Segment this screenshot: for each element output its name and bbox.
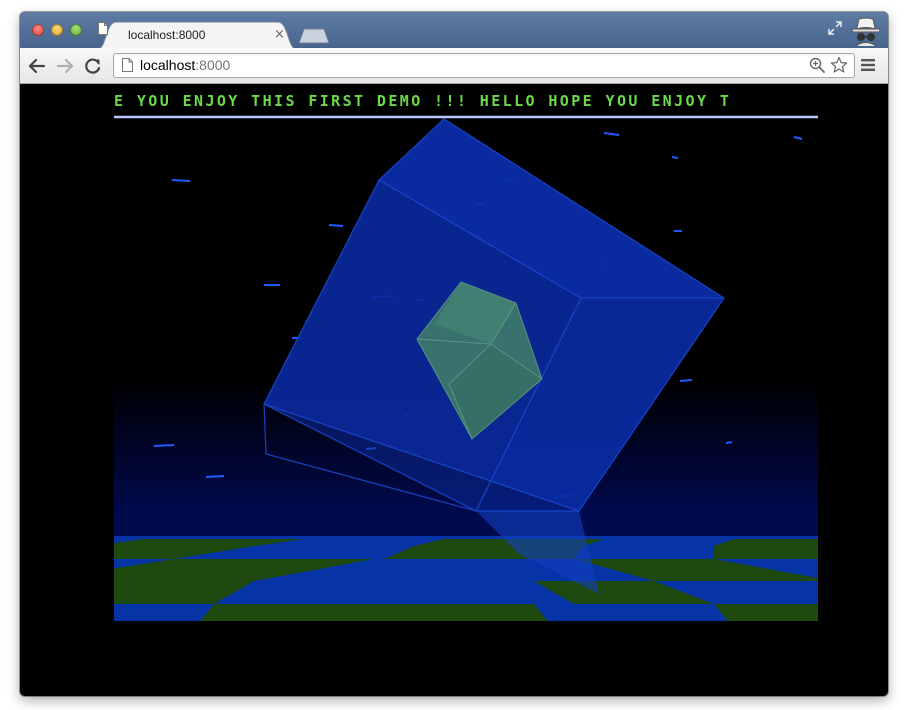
fullscreen-icon[interactable] (828, 21, 842, 35)
close-window-button[interactable] (32, 24, 44, 36)
forward-arrow-icon[interactable] (55, 56, 75, 76)
reload-icon[interactable] (83, 56, 103, 76)
page-content: E YOU ENJOY THIS FIRST DEMO !!! HELLO HO… (20, 84, 888, 696)
page-icon (122, 58, 133, 72)
browser-window: localhost:8000 × localhost:8000 E YOU EN… (20, 12, 888, 696)
page-icon (98, 22, 108, 35)
tab-close-icon[interactable]: × (274, 27, 285, 42)
zoom-window-button[interactable] (70, 24, 82, 36)
title-bar: localhost:8000 × (20, 12, 888, 49)
url-host: localhost (140, 57, 196, 73)
new-tab-button[interactable] (298, 28, 330, 44)
tab-title: localhost:8000 (128, 28, 206, 42)
url-port: :8000 (195, 57, 231, 73)
tab-localhost[interactable]: localhost:8000 × (98, 22, 296, 49)
scroller-text: E YOU ENJOY THIS FIRST DEMO !!! HELLO HO… (114, 92, 731, 110)
browser-toolbar: localhost:8000 (20, 48, 888, 84)
hamburger-menu-icon[interactable] (860, 57, 876, 73)
back-arrow-icon[interactable] (27, 56, 47, 76)
minimize-window-button[interactable] (51, 24, 63, 36)
incognito-icon (851, 17, 881, 46)
checkered-floor (114, 536, 818, 621)
demo-canvas[interactable]: E YOU ENJOY THIS FIRST DEMO !!! HELLO HO… (114, 84, 818, 621)
star-icon[interactable] (830, 56, 848, 74)
zoom-icon[interactable] (809, 57, 825, 73)
url-text: localhost:8000 (140, 57, 230, 73)
address-bar[interactable]: localhost:8000 (113, 53, 855, 78)
